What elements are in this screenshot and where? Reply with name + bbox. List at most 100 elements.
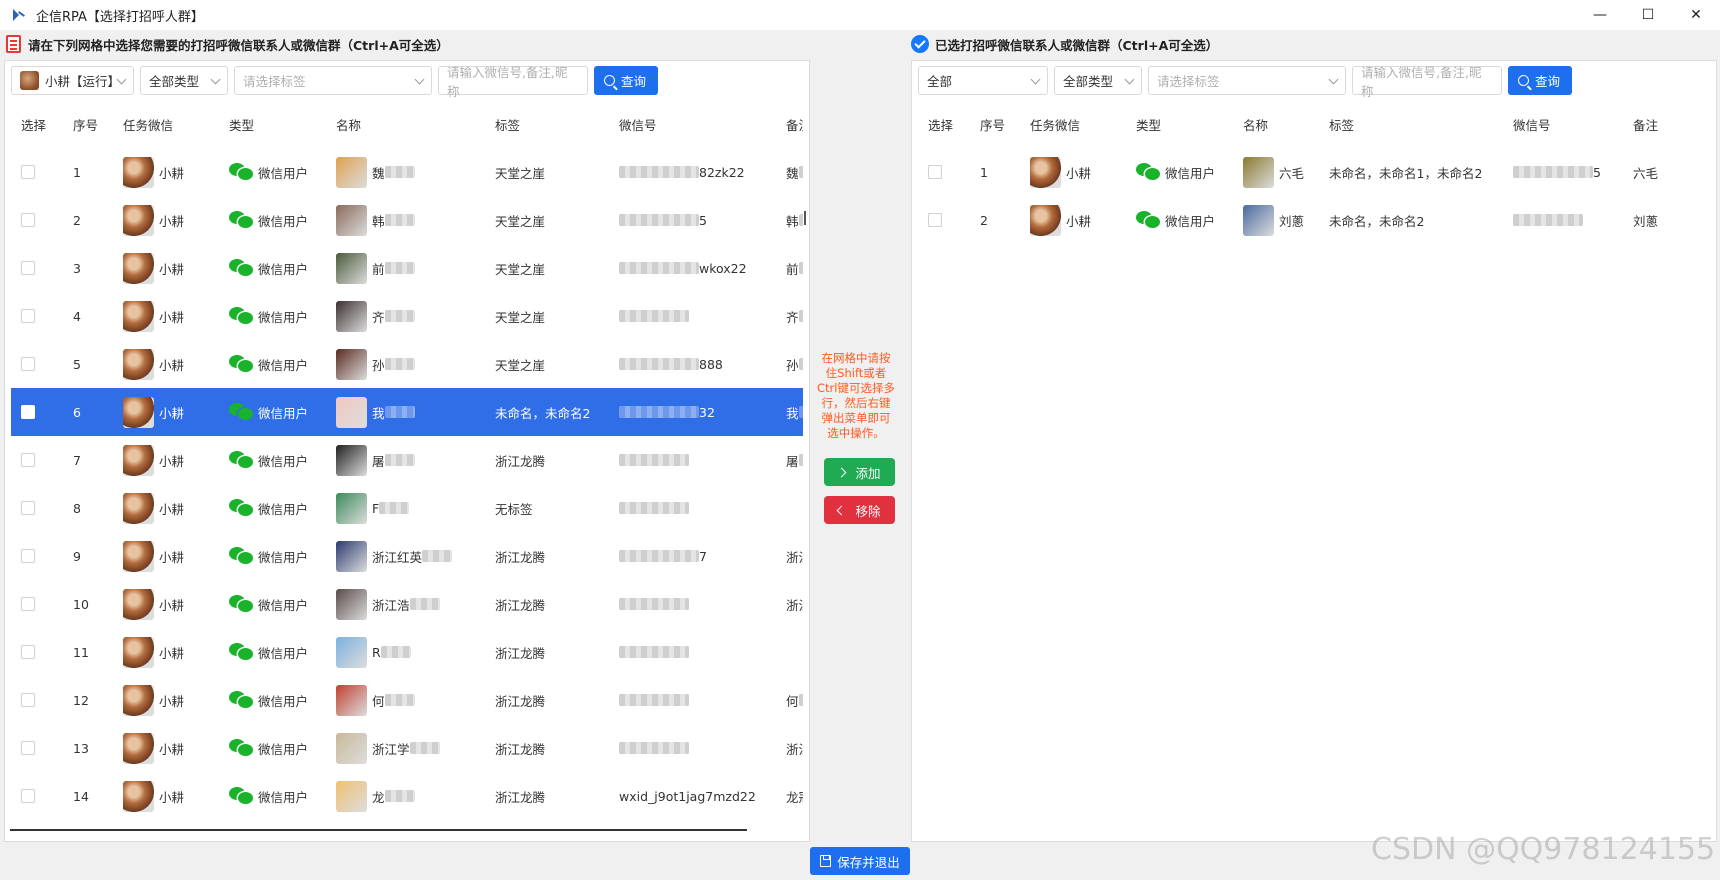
- column-header[interactable]: 名称: [1233, 115, 1319, 134]
- table-row[interactable]: 12 小耕 微信用户 何 浙江龙腾 何: [11, 676, 803, 724]
- chevron-down-icon: [210, 74, 221, 85]
- table-row[interactable]: 1 小耕 微信用户 六毛 未命名，未命名1，未命名2 5 六毛: [918, 148, 1710, 196]
- contact-name: 前: [372, 261, 385, 277]
- task-wechat-cell: 小耕: [113, 780, 219, 812]
- column-header[interactable]: 标签: [485, 115, 609, 134]
- contact-avatar: [1243, 204, 1274, 236]
- row-checkbox[interactable]: [21, 741, 35, 755]
- remove-button-label: 移除: [855, 503, 881, 519]
- table-row[interactable]: 13 小耕 微信用户 浙江学 浙江龙腾 浙江龙腾-: [11, 724, 803, 772]
- search-input[interactable]: 请输入微信号,备注,昵称: [438, 65, 588, 99]
- wxid-text: wxid_j9ot1jag7mzd22: [619, 788, 756, 804]
- table-row[interactable]: 6 小耕 微信用户 我 未命名，未命名2 32 我: [11, 388, 803, 436]
- close-button[interactable]: ✕: [1672, 0, 1720, 30]
- save-and-exit-button[interactable]: 保存并退出: [810, 847, 910, 875]
- table-row[interactable]: 14 小耕 微信用户 龙 浙江龙腾 wxid_j9ot1jag7mzd22 龙冠: [11, 772, 803, 820]
- type-select[interactable]: 全部类型: [140, 66, 228, 95]
- column-header[interactable]: 类型: [219, 115, 326, 134]
- row-checkbox[interactable]: [928, 213, 942, 227]
- table-row[interactable]: 3 小耕 微信用户 前 天堂之崖 wkox22 前: [11, 244, 803, 292]
- tag-select[interactable]: 请选择标签: [234, 66, 432, 95]
- column-header[interactable]: 选择: [918, 115, 970, 134]
- task-wechat-cell: 小耕: [113, 348, 219, 380]
- row-checkbox[interactable]: [21, 453, 35, 467]
- column-header[interactable]: 微信号: [609, 115, 776, 134]
- column-header[interactable]: 名称: [326, 115, 485, 134]
- row-checkbox[interactable]: [21, 213, 35, 227]
- row-checkbox[interactable]: [21, 261, 35, 275]
- column-header[interactable]: 标签: [1319, 115, 1503, 134]
- table-row[interactable]: 5 小耕 微信用户 孙 天堂之崖 888 孙: [11, 340, 803, 388]
- column-header[interactable]: 选择: [11, 115, 63, 134]
- remark-text: 韩: [786, 213, 799, 229]
- wxid-cell: 32: [609, 405, 776, 420]
- app-logo-icon: [12, 8, 26, 22]
- tag-select[interactable]: 请选择标签: [1148, 66, 1346, 95]
- name-cell: 齐: [326, 300, 485, 332]
- table-row[interactable]: 2 小耕 微信用户 韩 天堂之崖 5 韩: [11, 196, 803, 244]
- row-checkbox[interactable]: [928, 165, 942, 179]
- column-header[interactable]: 序号: [970, 115, 1020, 134]
- column-header[interactable]: 备注: [1623, 115, 1693, 134]
- table-row[interactable]: 7 小耕 微信用户 屠 浙江龙腾 屠: [11, 436, 803, 484]
- column-header[interactable]: 任务微信: [1020, 115, 1126, 134]
- wechat-icon: [229, 786, 255, 806]
- redacted-remark: [798, 214, 803, 226]
- table-row[interactable]: 11 小耕 微信用户 R 浙江龙腾: [11, 628, 803, 676]
- redacted-wxid: [619, 742, 689, 754]
- search-input[interactable]: 请输入微信号,备注,昵称: [1352, 65, 1502, 99]
- type-text: 微信用户: [258, 213, 309, 229]
- account-select[interactable]: 全部: [918, 66, 1048, 95]
- wxid-text: 5: [699, 212, 707, 228]
- query-button[interactable]: 查询: [594, 66, 659, 95]
- account-select[interactable]: 小耕【运行】: [11, 66, 134, 95]
- row-checkbox[interactable]: [21, 597, 35, 611]
- horizontal-scrollbar[interactable]: [10, 829, 747, 831]
- redacted-wxid: [619, 358, 699, 370]
- row-checkbox[interactable]: [21, 501, 35, 515]
- name-cell: 浙江浩: [326, 588, 485, 620]
- row-checkbox[interactable]: [21, 357, 35, 371]
- minimize-button[interactable]: —: [1576, 0, 1624, 30]
- row-checkbox[interactable]: [21, 549, 35, 563]
- table-row[interactable]: 8 小耕 微信用户 F 无标签: [11, 484, 803, 532]
- table-row[interactable]: 9 小耕 微信用户 浙江红英 浙江龙腾 7 浙江龙腾-: [11, 532, 803, 580]
- column-header[interactable]: 序号: [63, 115, 113, 134]
- left-panel: 小耕【运行】 全部类型 请选择标签 请输入微信号,备注,昵称 查询 选择 序号 任务…: [4, 60, 810, 842]
- wxid-text: wkox22: [699, 260, 747, 276]
- column-header[interactable]: 微信号: [1503, 115, 1623, 134]
- row-checkbox[interactable]: [21, 693, 35, 707]
- wxid-cell: [609, 598, 776, 610]
- maximize-button[interactable]: ☐: [1624, 0, 1672, 30]
- row-checkbox[interactable]: [21, 645, 35, 659]
- table-row[interactable]: 4 小耕 微信用户 齐 天堂之崖 齐: [11, 292, 803, 340]
- row-checkbox[interactable]: [21, 405, 35, 419]
- column-header[interactable]: 类型: [1126, 115, 1233, 134]
- row-checkbox[interactable]: [21, 165, 35, 179]
- column-header[interactable]: 备注: [776, 115, 803, 134]
- redacted-wxid: [619, 214, 699, 226]
- type-select[interactable]: 全部类型: [1054, 66, 1142, 95]
- task-wechat-cell: 小耕: [113, 732, 219, 764]
- table-row[interactable]: 10 小耕 微信用户 浙江浩 浙江龙腾 浙江龙腾-: [11, 580, 803, 628]
- window-controls: — ☐ ✕: [1576, 0, 1720, 30]
- task-wechat-cell: 小耕: [113, 444, 219, 476]
- table-row[interactable]: 1 小耕 微信用户 魏 天堂之崖 82zk22 魏: [11, 148, 803, 196]
- add-button[interactable]: 添加: [824, 458, 895, 486]
- row-checkbox[interactable]: [21, 789, 35, 803]
- contact-name: 浙江学: [372, 741, 410, 757]
- row-number-text: 6: [73, 404, 81, 420]
- tag-select-placeholder: 请选择标签: [243, 74, 306, 89]
- right-panel-header: 已选打招呼微信联系人或微信群（Ctrl+A可全选）: [911, 33, 1218, 55]
- type-cell: 微信用户: [219, 546, 326, 566]
- table-row[interactable]: 2 小耕 微信用户 刘蔥 未命名，未命名2 刘蔥: [918, 196, 1710, 244]
- column-header[interactable]: 任务微信: [113, 115, 219, 134]
- row-number-text: 1: [73, 164, 81, 180]
- row-checkbox[interactable]: [21, 309, 35, 323]
- contact-avatar: [336, 300, 367, 332]
- remove-button[interactable]: 移除: [824, 496, 895, 524]
- vertical-scrollbar[interactable]: [804, 211, 806, 225]
- query-button[interactable]: 查询: [1508, 66, 1573, 95]
- remark-cell: 浙江龙腾-: [776, 547, 803, 566]
- wechat-icon: [229, 162, 255, 182]
